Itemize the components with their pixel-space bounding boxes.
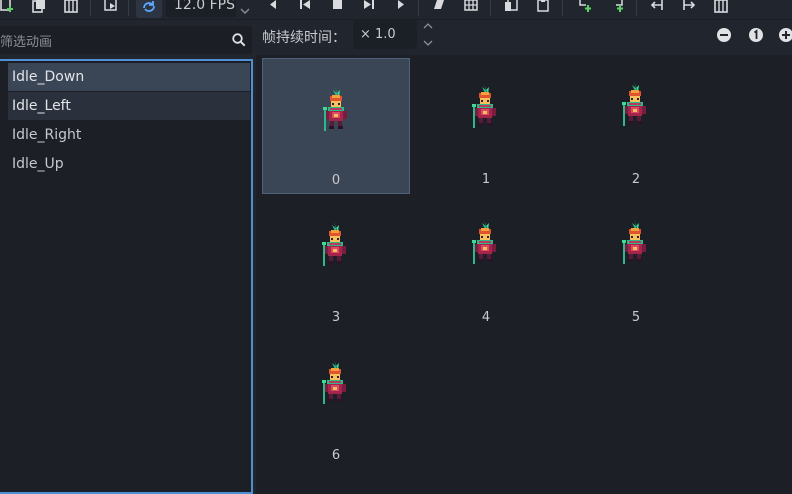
filter-placeholder: 筛选动画 bbox=[0, 35, 53, 50]
chevron-down-icon[interactable] bbox=[236, 0, 254, 22]
frame-duration-value: × 1.0 bbox=[360, 27, 396, 42]
frame-index: 6 bbox=[331, 448, 341, 463]
copy-frame-icon[interactable] bbox=[500, 0, 522, 16]
frame-tile-2[interactable]: 2 bbox=[562, 58, 710, 194]
add-animation-icon[interactable] bbox=[0, 0, 18, 16]
sprite-thumbnail bbox=[322, 222, 346, 266]
animation-item-idle-left[interactable]: Idle_Left bbox=[8, 92, 250, 120]
fps-value: 12.0 FPS bbox=[174, 0, 236, 13]
animation-list[interactable]: Idle_Down Idle_Left Idle_Right Idle_Up bbox=[0, 59, 253, 494]
duplicate-animation-icon[interactable] bbox=[28, 0, 50, 16]
frame-index: 1 bbox=[481, 172, 491, 187]
paste-frame-icon[interactable] bbox=[532, 0, 554, 16]
sprite-thumbnail bbox=[622, 220, 646, 264]
frame-tile-3[interactable]: 3 bbox=[262, 196, 410, 332]
frame-index: 5 bbox=[631, 310, 641, 325]
search-icon bbox=[232, 32, 246, 51]
play-backwards-from-end-icon[interactable] bbox=[262, 0, 284, 16]
zoom-out-icon[interactable] bbox=[715, 26, 733, 44]
animation-item-label: Idle_Right bbox=[12, 127, 82, 143]
load-file-icon[interactable] bbox=[428, 0, 450, 16]
move-left-icon[interactable] bbox=[646, 0, 668, 16]
move-right-icon[interactable] bbox=[678, 0, 700, 16]
loop-icon[interactable] bbox=[136, 0, 162, 18]
fps-spinbox[interactable]: 12.0 FPS bbox=[166, 0, 236, 17]
frames-panel: 帧持续时间： × 1.0 0 1 2 3 4 5 6 bbox=[256, 20, 792, 494]
animation-item-idle-right[interactable]: Idle_Right bbox=[8, 121, 250, 149]
zoom-in-icon[interactable] bbox=[777, 26, 792, 44]
insert-before-icon[interactable] bbox=[574, 0, 596, 16]
play-icon[interactable] bbox=[390, 0, 412, 16]
sprite-thumbnail bbox=[472, 84, 496, 128]
stop-icon[interactable] bbox=[326, 0, 348, 16]
filter-row: 筛选动画 bbox=[0, 20, 256, 56]
sprite-thumbnail bbox=[472, 220, 496, 264]
animation-item-label: Idle_Left bbox=[12, 98, 71, 114]
frame-tile-1[interactable]: 1 bbox=[412, 58, 560, 194]
sprite-thumbnail bbox=[622, 82, 646, 126]
animation-item-idle-up[interactable]: Idle_Up bbox=[8, 150, 250, 178]
frames-grid: 0 1 2 3 4 5 6 bbox=[256, 55, 792, 494]
frame-index: 0 bbox=[331, 173, 341, 188]
animations-panel: 筛选动画 Idle_Down Idle_Left Idle_Right Idle… bbox=[0, 20, 256, 494]
animation-item-idle-down[interactable]: Idle_Down bbox=[8, 63, 250, 91]
frame-duration-spinbox[interactable]: × 1.0 bbox=[353, 20, 417, 49]
sprite-thumbnail bbox=[323, 87, 347, 131]
autoplay-icon[interactable] bbox=[100, 0, 122, 16]
frame-tile-5[interactable]: 5 bbox=[562, 196, 710, 332]
load-spritesheet-icon[interactable] bbox=[460, 0, 482, 16]
spin-arrows-icon[interactable] bbox=[421, 20, 435, 49]
frame-tile-6[interactable]: 6 bbox=[262, 334, 410, 470]
play-from-start-icon[interactable] bbox=[358, 0, 380, 16]
frame-duration-label: 帧持续时间： bbox=[262, 30, 346, 46]
animation-item-label: Idle_Down bbox=[12, 69, 85, 85]
insert-after-icon[interactable] bbox=[606, 0, 628, 16]
delete-animation-icon[interactable] bbox=[60, 0, 82, 16]
filter-animations-input[interactable]: 筛选动画 bbox=[0, 26, 252, 54]
play-backwards-icon[interactable] bbox=[294, 0, 316, 16]
frame-index: 3 bbox=[331, 310, 341, 325]
sprite-frames-toolbar: 12.0 FPS bbox=[0, 0, 792, 20]
frame-tile-0[interactable]: 0 bbox=[262, 58, 410, 194]
frame-index: 2 bbox=[631, 172, 641, 187]
zoom-reset-icon[interactable] bbox=[747, 26, 765, 44]
delete-frame-icon[interactable] bbox=[710, 0, 732, 16]
sprite-thumbnail bbox=[322, 360, 346, 404]
frame-tile-4[interactable]: 4 bbox=[412, 196, 560, 332]
animation-item-label: Idle_Up bbox=[12, 156, 64, 172]
frame-index: 4 bbox=[481, 310, 491, 325]
